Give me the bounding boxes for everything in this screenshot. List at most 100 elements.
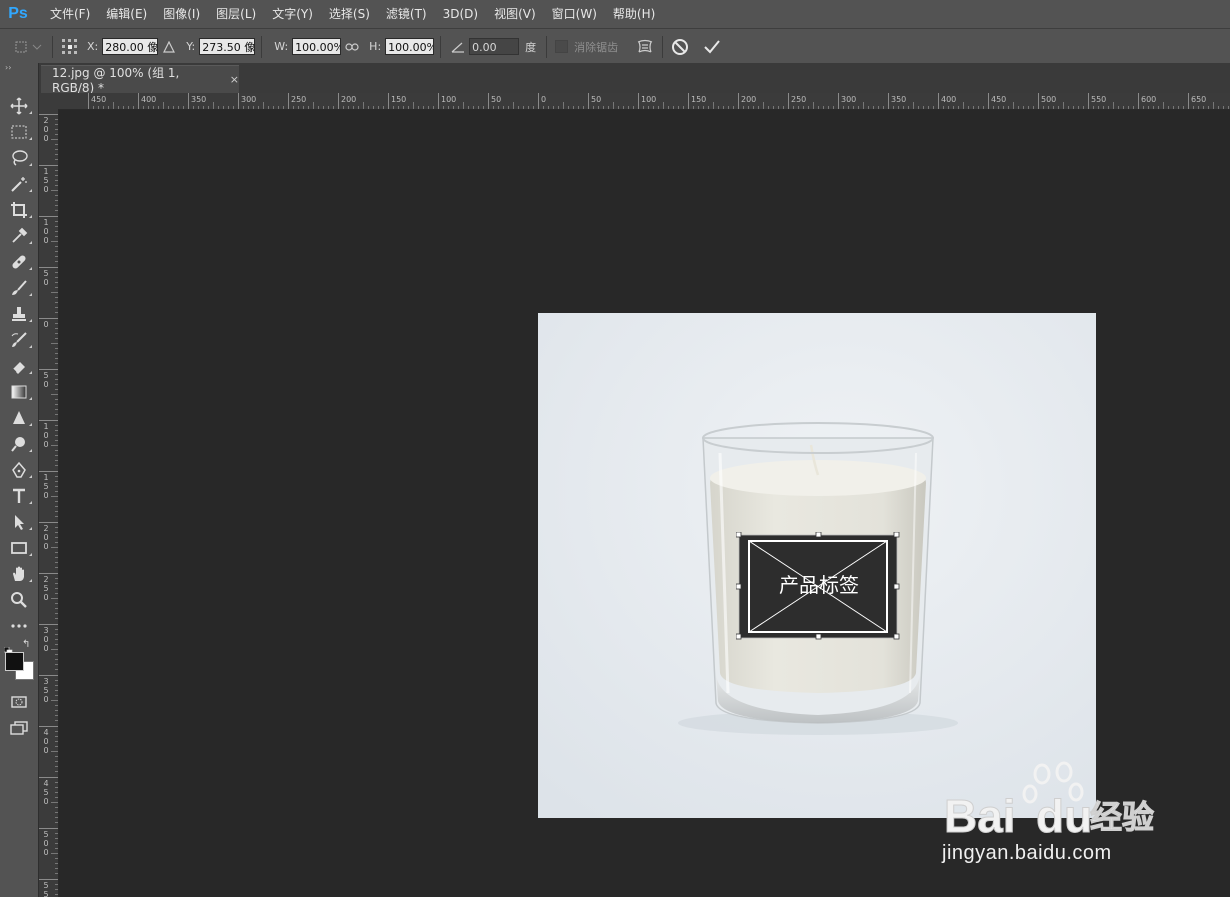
clone-stamp-tool-icon[interactable] xyxy=(0,301,38,327)
menu-view[interactable]: 视图(V) xyxy=(486,0,544,28)
menu-3d[interactable]: 3D(D) xyxy=(435,0,486,28)
ruler-minor-tick xyxy=(1218,106,1219,109)
close-icon[interactable]: × xyxy=(230,73,239,86)
ruler-minor-tick xyxy=(948,106,949,109)
ruler-label: 550 xyxy=(1091,95,1107,104)
blur-tool-icon[interactable] xyxy=(0,405,38,431)
ruler-minor-tick xyxy=(55,119,58,120)
ruler-minor-tick xyxy=(55,705,58,706)
history-brush-tool-icon[interactable] xyxy=(0,327,38,353)
reference-point-icon[interactable] xyxy=(59,36,81,58)
warp-icon[interactable] xyxy=(634,36,656,58)
ruler-minor-tick xyxy=(768,106,769,109)
ruler-minor-tick xyxy=(1203,106,1204,109)
ruler-minor-tick xyxy=(1103,106,1104,109)
ruler-minor-tick xyxy=(55,272,58,273)
dodge-tool-icon[interactable] xyxy=(0,431,38,457)
ruler-minor-tick xyxy=(663,102,664,109)
eraser-tool-icon[interactable] xyxy=(0,353,38,379)
more-tools-icon[interactable] xyxy=(0,613,38,639)
menu-select[interactable]: 选择(S) xyxy=(321,0,378,28)
ruler-label: 300 xyxy=(841,95,857,104)
ruler-minor-tick xyxy=(55,460,58,461)
cancel-icon[interactable] xyxy=(669,36,691,58)
angle-icon xyxy=(447,36,469,58)
width-field[interactable]: 100.00% xyxy=(292,38,342,55)
brush-tool-icon[interactable] xyxy=(0,275,38,301)
ruler-minor-tick xyxy=(51,292,58,293)
watermark-url: jingyan.baidu.com xyxy=(942,842,1112,864)
hand-tool-icon[interactable] xyxy=(0,561,38,587)
crop-tool-icon[interactable] xyxy=(0,197,38,223)
ruler-minor-tick xyxy=(603,106,604,109)
rectangle-tool-icon[interactable] xyxy=(0,535,38,561)
menu-filter[interactable]: 滤镜(T) xyxy=(378,0,435,28)
menu-help[interactable]: 帮助(H) xyxy=(605,0,663,28)
ruler-minor-tick xyxy=(55,256,58,257)
ruler-minor-tick xyxy=(55,720,58,721)
ruler-minor-tick xyxy=(55,511,58,512)
menu-window[interactable]: 窗口(W) xyxy=(544,0,605,28)
gradient-tool-icon[interactable] xyxy=(0,379,38,405)
height-field[interactable]: 100.00% xyxy=(385,38,435,55)
menu-edit[interactable]: 编辑(E) xyxy=(98,0,155,28)
path-selection-tool-icon[interactable] xyxy=(0,509,38,535)
menu-file[interactable]: 文件(F) xyxy=(42,0,98,28)
foreground-color-swatch[interactable] xyxy=(5,652,24,671)
horizontal-ruler[interactable]: 450 400 350 300 250 200 150 100 50 0 50 100 150 200 25… xyxy=(58,93,1230,110)
eyedropper-tool-icon[interactable] xyxy=(0,223,38,249)
ruler-minor-tick xyxy=(753,106,754,109)
lasso-tool-icon[interactable] xyxy=(0,145,38,171)
document-tab[interactable]: 12.jpg @ 100% (组 1, RGB/8) * × xyxy=(41,65,239,95)
ruler-label: 50 xyxy=(491,95,502,104)
antialias-checkbox[interactable] xyxy=(555,40,569,53)
ruler-minor-tick xyxy=(55,261,58,262)
ruler-minor-tick xyxy=(613,102,614,109)
quick-mask-icon[interactable] xyxy=(0,689,38,715)
ruler-minor-tick xyxy=(55,450,58,451)
ruler-minor-tick xyxy=(55,567,58,568)
menu-image[interactable]: 图像(I) xyxy=(155,0,208,28)
separator xyxy=(662,35,664,58)
x-position-field[interactable]: 280.00 像素 xyxy=(102,38,159,55)
document-image[interactable]: 产品标签 xyxy=(538,313,1096,818)
ruler-minor-tick xyxy=(55,440,58,441)
rotation-angle-field[interactable]: 0.00 xyxy=(469,38,520,55)
ruler-minor-tick xyxy=(993,106,994,109)
ruler-minor-tick xyxy=(583,106,584,109)
ruler-minor-tick xyxy=(55,302,58,303)
label-text: 产品标签 xyxy=(779,573,859,597)
move-icon[interactable] xyxy=(10,36,46,58)
marquee-tool-icon[interactable] xyxy=(0,119,38,145)
ruler-minor-tick xyxy=(55,476,58,477)
ruler-minor-tick xyxy=(51,343,58,344)
screen-mode-icon[interactable] xyxy=(0,715,38,741)
commit-checkmark-icon[interactable] xyxy=(701,36,723,58)
zoom-tool-icon[interactable] xyxy=(0,587,38,613)
default-colors-icon[interactable] xyxy=(3,641,13,656)
ruler-major-tick xyxy=(39,879,58,880)
menu-layer[interactable]: 图层(L) xyxy=(208,0,264,28)
link-icon[interactable] xyxy=(341,36,363,58)
ruler-minor-tick xyxy=(1043,106,1044,109)
swap-colors-icon[interactable]: ↰ xyxy=(22,639,30,650)
ruler-minor-tick xyxy=(55,312,58,313)
triangle-delta-icon[interactable] xyxy=(158,36,180,58)
ruler-minor-tick xyxy=(913,102,914,109)
y-position-field[interactable]: 273.50 像素 xyxy=(199,38,256,55)
healing-brush-tool-icon[interactable] xyxy=(0,249,38,275)
pen-tool-icon[interactable] xyxy=(0,457,38,483)
ruler-minor-tick xyxy=(1168,106,1169,109)
collapse-arrows-icon[interactable]: ›› xyxy=(0,63,38,73)
type-tool-icon[interactable] xyxy=(0,483,38,509)
move-tool-icon[interactable] xyxy=(0,93,38,119)
ruler-origin[interactable] xyxy=(39,93,59,110)
ruler-minor-tick xyxy=(55,792,58,793)
vertical-ruler[interactable]: 2001501005005010015020025030035040045050… xyxy=(39,109,59,897)
menu-type[interactable]: 文字(Y) xyxy=(264,0,321,28)
magic-wand-tool-icon[interactable] xyxy=(0,171,38,197)
baidu-paw-logo-icon: Bai du 经验 xyxy=(944,761,1155,843)
ruler-major-tick xyxy=(1088,93,1089,109)
ruler-minor-tick xyxy=(1098,106,1099,109)
ruler-label: 400 xyxy=(941,95,957,104)
